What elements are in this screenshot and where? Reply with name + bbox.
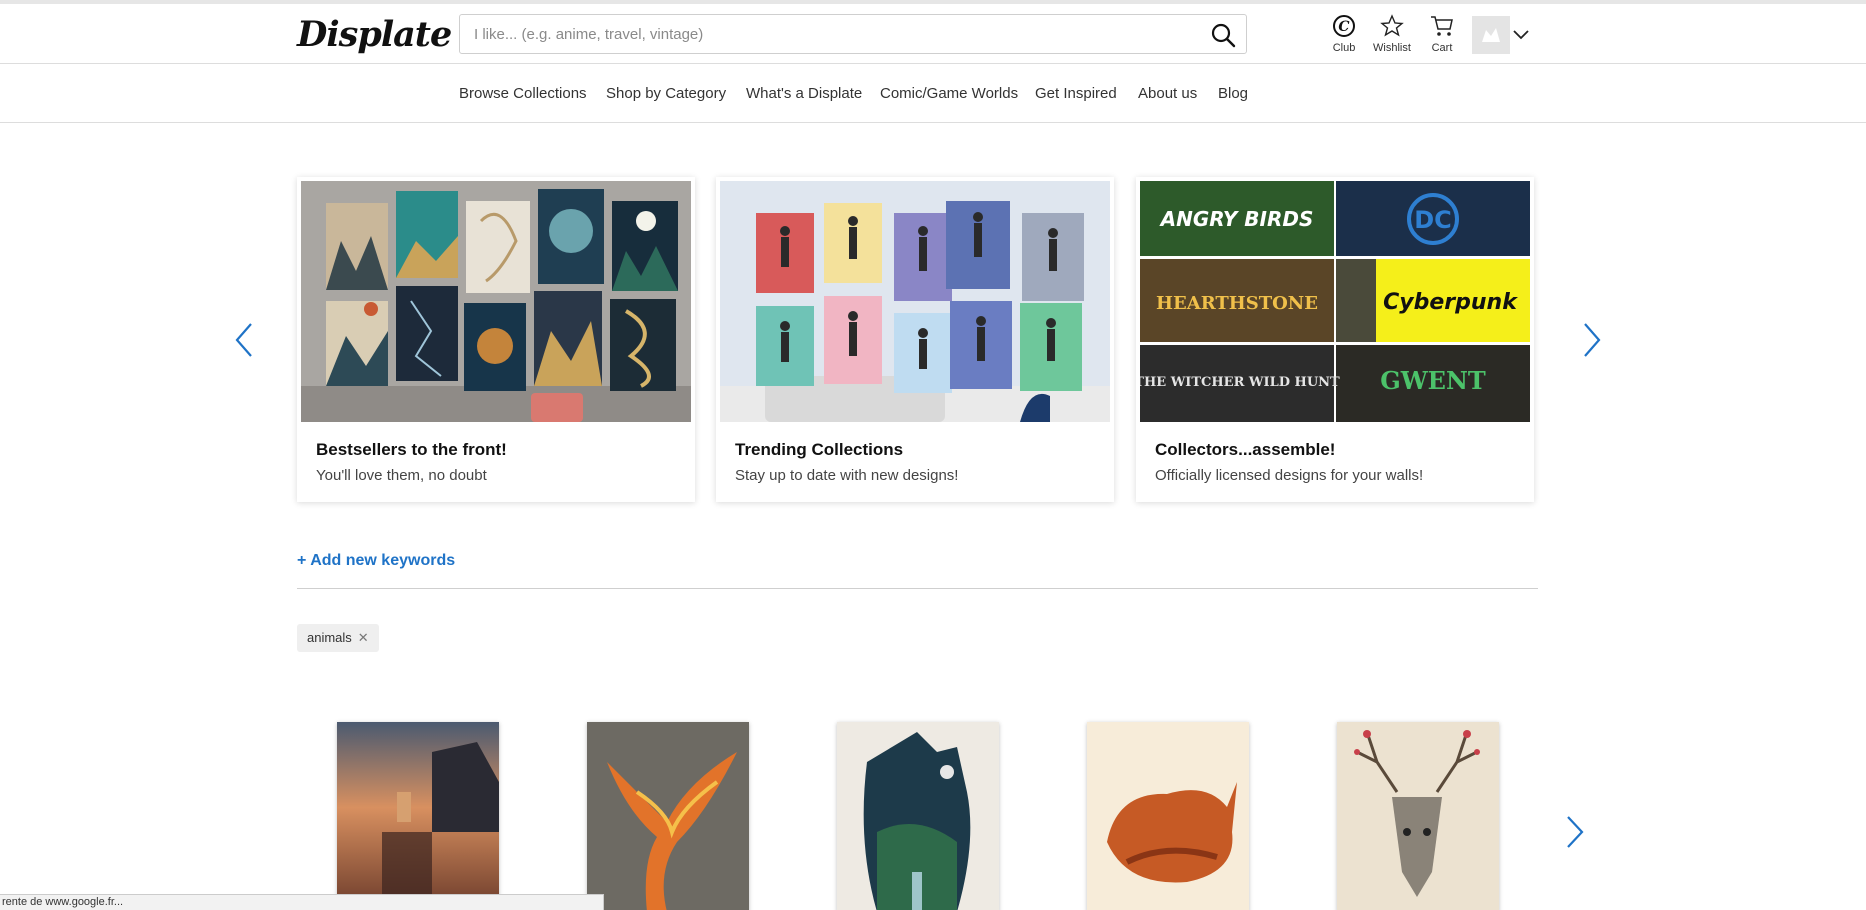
displate-logo[interactable]: Displate <box>297 14 452 55</box>
avatar[interactable] <box>1472 16 1510 54</box>
card-title: Trending Collections <box>735 440 904 459</box>
bestsellers-image <box>301 181 691 422</box>
star-icon <box>1380 14 1404 37</box>
club-label: Club <box>1332 42 1356 54</box>
brand-tile-label: HEARTHSTONE <box>1156 293 1318 314</box>
nav-browse-collections[interactable]: Browse Collections <box>459 85 587 102</box>
trending-image <box>720 181 1110 422</box>
chevron-right-icon <box>1584 323 1601 357</box>
svg-text:C: C <box>1338 19 1349 35</box>
club-link[interactable]: C Club <box>1329 14 1359 54</box>
collection-card-trending[interactable]: Trending Collections Stay up to date wit… <box>716 177 1114 502</box>
nav-comic-game-worlds[interactable]: Comic/Game Worlds <box>880 85 1018 102</box>
collection-card-licensed[interactable]: ANGRY BIRDS DC HEARTHSTONE Cyberpunk THE… <box>1136 177 1534 502</box>
cart-icon <box>1431 16 1453 36</box>
collection-card-bestsellers[interactable]: Bestsellers to the front! You'll love th… <box>297 177 695 502</box>
card-subtitle: Stay up to date with new designs! <box>735 467 959 484</box>
divider <box>297 588 1538 589</box>
chevron-down-icon[interactable] <box>1512 28 1530 46</box>
poster-thumbnail[interactable] <box>1087 722 1249 910</box>
card-subtitle: Officially licensed designs for your wal… <box>1155 467 1424 484</box>
brand-tile-label: ANGRY BIRDS <box>1159 207 1314 231</box>
search-box <box>459 14 1247 54</box>
nav-shop-by-category[interactable]: Shop by Category <box>606 85 726 102</box>
card-title: Collectors...assemble! <box>1155 440 1336 459</box>
poster-thumbnail[interactable] <box>587 722 749 910</box>
site-header: Displate C Club Wishlist Cart <box>0 4 1866 64</box>
carousel-next-arrow[interactable] <box>1582 322 1602 363</box>
posters-next-arrow[interactable] <box>1565 815 1585 854</box>
card-title: Bestsellers to the front! <box>316 440 507 459</box>
poster-thumbnail[interactable] <box>337 722 499 910</box>
wishlist-label: Wishlist <box>1373 42 1411 54</box>
licensed-brands-image: ANGRY BIRDS DC HEARTHSTONE Cyberpunk THE… <box>1140 181 1530 422</box>
carousel-prev-arrow[interactable] <box>234 322 254 363</box>
brand-tile-label: THE WITCHER WILD HUNT <box>1140 375 1340 390</box>
chevron-left-icon <box>235 323 252 357</box>
nav-about-us[interactable]: About us <box>1138 85 1197 102</box>
search-input[interactable] <box>474 15 1174 53</box>
brand-tile-label: GWENT <box>1380 366 1486 395</box>
browser-status-bar: rente de www.google.fr... <box>0 894 604 910</box>
nav-get-inspired[interactable]: Get Inspired <box>1035 85 1117 102</box>
keyword-tag[interactable]: animals ✕ <box>297 624 379 652</box>
cart-label: Cart <box>1431 42 1453 54</box>
poster-thumbnail[interactable] <box>837 722 999 910</box>
add-keywords-link[interactable]: + Add new keywords <box>297 552 455 570</box>
club-icon: C <box>1333 15 1355 37</box>
chevron-right-icon <box>1567 816 1584 848</box>
cart-link[interactable]: Cart <box>1428 14 1456 54</box>
card-subtitle: You'll love them, no doubt <box>316 467 487 484</box>
keyword-tag-label: animals <box>307 630 352 645</box>
main-nav: Browse Collections Shop by Category What… <box>0 65 1866 123</box>
poster-thumbnail[interactable] <box>1337 722 1499 910</box>
search-icon[interactable] <box>1210 22 1236 48</box>
nav-whats-a-displate[interactable]: What's a Displate <box>746 85 862 102</box>
close-icon[interactable]: ✕ <box>358 630 369 645</box>
wishlist-link[interactable]: Wishlist <box>1370 14 1414 54</box>
nav-blog[interactable]: Blog <box>1218 85 1248 102</box>
brand-tile-label: Cyberpunk <box>1383 290 1518 315</box>
brand-tile-label: DC <box>1414 206 1452 234</box>
